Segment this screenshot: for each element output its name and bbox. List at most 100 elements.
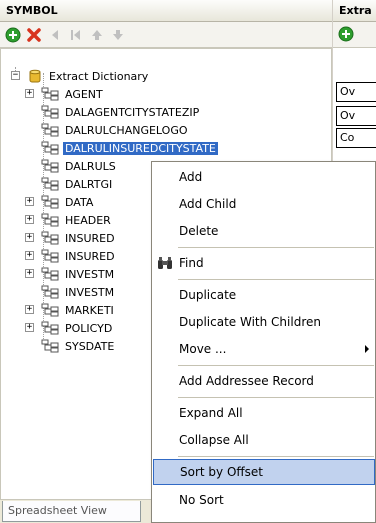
record-node-icon (41, 123, 59, 137)
plus-circle-icon[interactable] (338, 26, 354, 42)
record-node-icon (41, 105, 59, 119)
menu-item-duplicate-with-children[interactable]: Duplicate With Children (153, 309, 375, 335)
menu-item-add-addressee-record[interactable]: Add Addressee Record (153, 368, 375, 394)
record-node-icon (41, 177, 59, 191)
collapse-toggle[interactable]: − (11, 71, 20, 80)
spreadsheet-view-tab[interactable]: Spreadsheet View (2, 501, 141, 522)
record-node-icon (41, 141, 59, 155)
menu-item-delete[interactable]: Delete (153, 218, 375, 244)
tree-item[interactable]: SYSDATE (1, 337, 116, 355)
menu-item-duplicate[interactable]: Duplicate (153, 282, 375, 308)
tree-item[interactable]: + DATA (1, 193, 95, 211)
tree-item-label: DALAGENTCITYSTATEZIP (65, 105, 200, 119)
menu-item-move[interactable]: Move ... (153, 336, 375, 362)
database-icon (29, 69, 41, 83)
expand-toggle[interactable]: + (25, 215, 34, 224)
expand-toggle[interactable]: + (25, 269, 34, 278)
expand-toggle[interactable]: + (25, 251, 34, 260)
menu-separator (178, 456, 374, 457)
tree-item[interactable]: + AGENT (1, 85, 105, 103)
expand-toggle[interactable]: + (25, 323, 34, 332)
tree-item[interactable]: INVESTM (1, 283, 116, 301)
extract-panel-title: Extra (333, 0, 376, 22)
menu-separator (178, 279, 374, 280)
menu-item-label: Collapse All (179, 433, 249, 447)
tree-item[interactable]: DALAGENTCITYSTATEZIP (1, 103, 201, 121)
expand-toggle[interactable]: + (25, 197, 34, 206)
tree-item[interactable]: + MARKETI (1, 301, 116, 319)
expand-toggle[interactable]: + (25, 305, 34, 314)
tree-item[interactable]: + HEADER (1, 211, 113, 229)
record-node-icon (41, 87, 59, 101)
tree-item-label: DALRULINSUREDCITYSTATE (63, 141, 218, 155)
record-node-icon (41, 231, 59, 245)
menu-item-label: Duplicate With Children (179, 315, 321, 329)
grid-cell[interactable]: Ov (336, 106, 376, 126)
menu-item-label: Sort by Offset (180, 465, 263, 479)
tree-item-label: INSURED (65, 231, 115, 245)
move-left-button[interactable] (46, 26, 64, 44)
tree-item[interactable]: DALRULCHANGELOGO (1, 121, 190, 139)
record-node-icon (41, 195, 59, 209)
menu-item-label: Move ... (179, 342, 227, 356)
menu-item-label: Add (179, 170, 203, 184)
extract-toolbar (333, 22, 376, 48)
menu-item-add[interactable]: Add (153, 164, 375, 190)
tree-item-label: DALRTGI (65, 177, 113, 191)
menu-separator (178, 247, 374, 248)
tree-item-label: DATA (65, 195, 94, 209)
menu-item-label: Expand All (179, 406, 243, 420)
add-button[interactable] (4, 26, 22, 44)
arrow-down-icon (113, 29, 123, 40)
tree-item[interactable]: + INSURED (1, 229, 117, 247)
menu-separator (178, 397, 374, 398)
tree-item[interactable]: + INVESTM (1, 265, 116, 283)
menu-item-label: Duplicate (179, 288, 237, 302)
record-node-icon (41, 249, 59, 263)
tree-item[interactable]: DALRULS (1, 157, 118, 175)
tree-item-label: POLICYD (65, 321, 113, 335)
tree-item-label: DALRULCHANGELOGO (65, 123, 188, 137)
binoculars-icon (158, 257, 172, 269)
record-node-icon (41, 159, 59, 173)
record-node-icon (41, 339, 59, 353)
menu-item-sort-by-offset[interactable]: Sort by Offset (153, 459, 375, 485)
tree-item[interactable]: + POLICYD (1, 319, 114, 337)
tree-item[interactable]: + INSURED (1, 247, 117, 265)
menu-item-label: Add Addressee Record (179, 374, 314, 388)
plus-circle-icon (5, 27, 21, 42)
move-down-button[interactable] (109, 26, 127, 44)
tree-item-label: INSURED (65, 249, 115, 263)
tree-item-label: MARKETI (65, 303, 114, 317)
move-up-button[interactable] (88, 26, 106, 44)
x-icon (27, 27, 41, 42)
move-first-button[interactable] (67, 26, 85, 44)
tree-item-label: DALRULS (65, 159, 116, 173)
delete-button[interactable] (25, 26, 43, 44)
tree-item-label: INVESTM (65, 285, 115, 299)
arrow-up-icon (92, 29, 102, 40)
symbol-toolbar (0, 22, 332, 48)
menu-item-label: Add Child (179, 197, 237, 211)
tree-item-label: HEADER (65, 213, 111, 227)
menu-item-expand-all[interactable]: Expand All (153, 400, 375, 426)
record-node-icon (41, 285, 59, 299)
menu-item-label: Delete (179, 224, 219, 238)
menu-item-label: No Sort (179, 493, 224, 507)
record-node-icon (41, 213, 59, 227)
tree-item-label: SYSDATE (65, 339, 115, 353)
grid-cell[interactable]: Co (336, 128, 376, 148)
tree-item[interactable]: DALRTGI (1, 175, 114, 193)
expand-toggle[interactable]: + (25, 89, 34, 98)
menu-item-no-sort[interactable]: No Sort (153, 487, 375, 513)
record-node-icon (41, 303, 59, 317)
symbol-panel-title: SYMBOL (0, 0, 332, 22)
grid-cell[interactable]: Ov (336, 82, 376, 102)
expand-toggle[interactable]: + (25, 233, 34, 242)
menu-item-collapse-all[interactable]: Collapse All (153, 427, 375, 453)
menu-item-add-child[interactable]: Add Child (153, 191, 375, 217)
arrow-left-icon (52, 29, 58, 40)
menu-item-find[interactable]: Find (153, 250, 375, 276)
tree-root[interactable]: − Extract Dictionary (1, 67, 150, 85)
tree-item[interactable]: DALRULINSUREDCITYSTATE (1, 139, 218, 157)
